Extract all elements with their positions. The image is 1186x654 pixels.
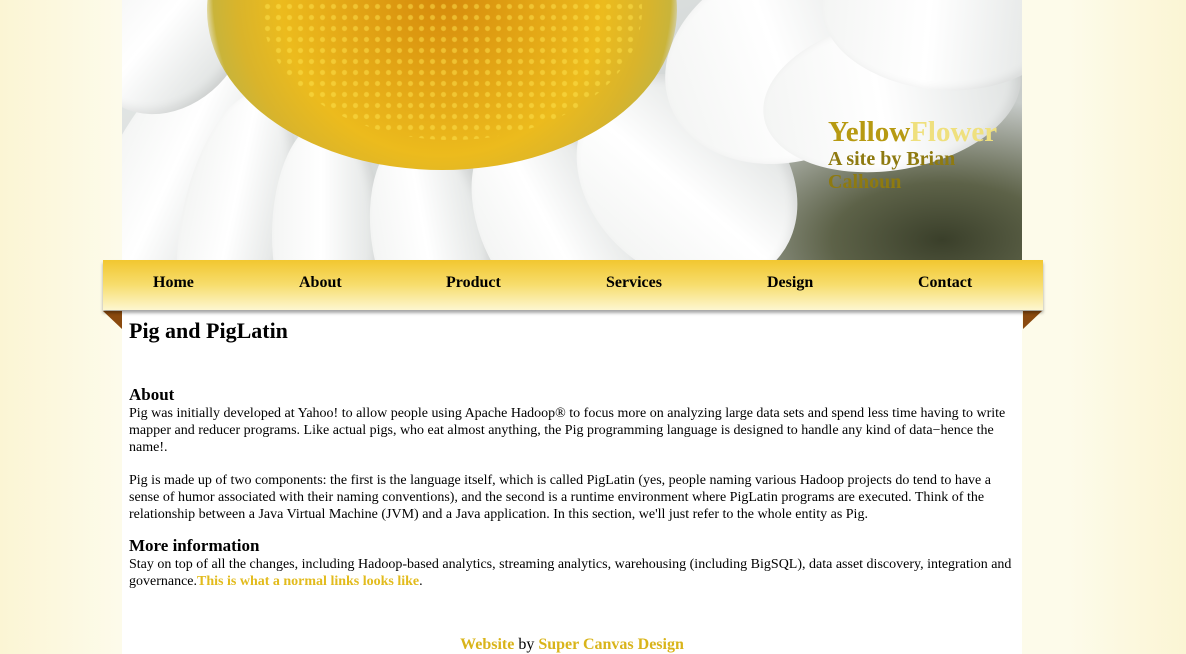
footer: Website by Super Canvas Design — [122, 636, 1022, 654]
nav-product[interactable]: Product — [446, 274, 501, 292]
header-banner-image: YellowFlower A site by Brian Calhoun — [122, 0, 1022, 260]
site-title: YellowFlower — [828, 118, 997, 147]
about-heading: About — [129, 385, 175, 404]
site-title-yellow: Yellow — [828, 116, 911, 148]
about-section: About Pig was initially developed at Yah… — [129, 385, 1015, 456]
nav-design[interactable]: Design — [767, 274, 813, 292]
footer-designer-link[interactable]: Super Canvas Design — [538, 636, 684, 653]
nav-home[interactable]: Home — [153, 274, 194, 292]
nav-ribbon-fold-right — [1023, 311, 1042, 329]
site-subtitle: A site by Brian Calhoun — [828, 148, 956, 193]
nav-contact[interactable]: Contact — [918, 274, 972, 292]
sample-link[interactable]: This is what a normal links looks like — [197, 574, 419, 589]
nav-ribbon-fold-left — [103, 311, 122, 329]
more-info-section: More information Stay on top of all the … — [129, 536, 1015, 590]
more-info-heading: More information — [129, 536, 260, 555]
about-paragraph-1: Pig was initially developed at Yahoo! to… — [129, 406, 1006, 455]
footer-website-link[interactable]: Website — [460, 636, 514, 653]
main-nav: Home About Product Services Design Conta… — [103, 260, 1043, 310]
page-title: Pig and PigLatin — [129, 318, 288, 343]
nav-services[interactable]: Services — [606, 274, 662, 292]
about-paragraph-2: Pig is made up of two components: the fi… — [129, 473, 991, 522]
more-info-paragraph: Stay on top of all the changes, includin… — [129, 556, 1015, 590]
site-title-flower: Flower — [910, 116, 998, 148]
more-info-period: . — [419, 574, 423, 589]
nav-about[interactable]: About — [299, 274, 342, 292]
footer-by-text: by — [514, 636, 539, 653]
main-content: Pig and PigLatin About Pig was initially… — [129, 318, 1015, 590]
